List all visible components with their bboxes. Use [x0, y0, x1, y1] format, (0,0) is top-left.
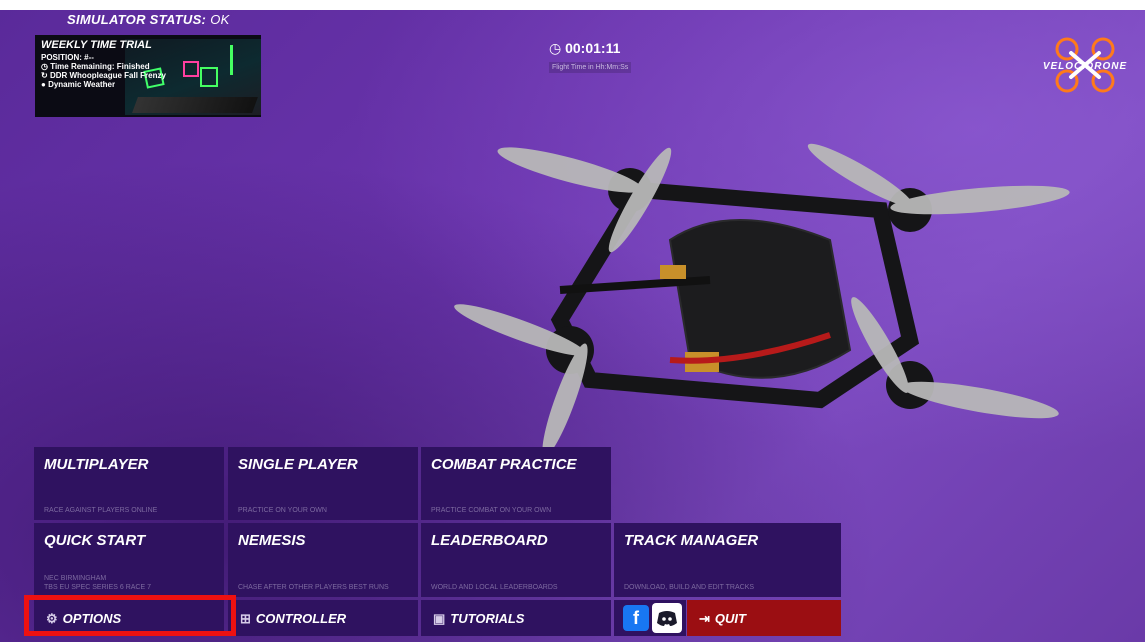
quick-start-title: QUICK START	[44, 532, 146, 549]
options-label: OPTIONS	[62, 611, 122, 626]
gear-icon: ⚙	[46, 611, 58, 626]
status-value: OK	[210, 12, 230, 27]
discord-icon[interactable]	[652, 603, 682, 633]
nemesis-title: NEMESIS	[238, 532, 306, 549]
quit-button[interactable]: ⇥ QUIT	[687, 600, 841, 636]
trial-title: WEEKLY TIME TRIAL	[41, 39, 152, 51]
combat-practice-subtitle: PRACTICE COMBAT ON YOUR OWN	[431, 507, 552, 514]
multiplayer-title: MULTIPLAYER	[44, 456, 149, 473]
trial-time-remaining: Time Remaining: Finished	[50, 62, 150, 71]
simulator-status: SIMULATOR STATUS: OK	[67, 12, 230, 27]
trial-time-remaining-row: ◷ Time Remaining: Finished	[41, 62, 166, 71]
velocidrone-logo: VELOCIDRONE	[1025, 35, 1145, 95]
multiplayer-subtitle: RACE AGAINST PLAYERS ONLINE	[44, 507, 158, 514]
nemesis-subtitle: CHASE AFTER OTHER PLAYERS BEST RUNS	[238, 584, 389, 591]
tutorials-button[interactable]: ▣ TUTORIALS	[421, 600, 611, 636]
tutorials-label: TUTORIALS	[450, 611, 525, 626]
timer-clock-icon: ◷	[549, 40, 566, 56]
controller-button[interactable]: ⊞ CONTROLLER	[228, 600, 418, 636]
status-label: SIMULATOR STATUS:	[67, 12, 207, 27]
drone-model-image	[454, 143, 1070, 457]
tutorials-icon: ▣	[433, 611, 446, 626]
trial-weather: Dynamic Weather	[48, 80, 116, 89]
facebook-icon[interactable]: f	[623, 605, 649, 631]
nemesis-button[interactable]: NEMESIS CHASE AFTER OTHER PLAYERS BEST R…	[228, 523, 418, 597]
single-player-title: SINGLE PLAYER	[238, 456, 358, 473]
options-button[interactable]: ⚙ OPTIONS	[34, 600, 224, 636]
timer-value: 00:01:11	[565, 40, 621, 56]
quick-start-track: NEC BIRMINGHAM	[44, 575, 107, 582]
quick-start-subtitle: NEC BIRMINGHAM TBS EU SPEC SERIES 6 RACE …	[44, 574, 151, 592]
track-manager-title: TRACK MANAGER	[624, 532, 759, 549]
track-icon: ↻	[41, 71, 50, 80]
single-player-subtitle: PRACTICE ON YOUR OWN	[238, 507, 327, 514]
trial-weather-row: ● Dynamic Weather	[41, 80, 166, 89]
clock-icon: ◷	[41, 62, 51, 71]
single-player-button[interactable]: SINGLE PLAYER PRACTICE ON YOUR OWN	[228, 447, 418, 520]
track-manager-subtitle: DOWNLOAD, BUILD AND EDIT TRACKS	[624, 584, 755, 591]
controller-label: CONTROLLER	[255, 611, 347, 626]
trial-track: DDR Whoopleague Fall Frenzy	[49, 71, 166, 80]
multiplayer-button[interactable]: MULTIPLAYER RACE AGAINST PLAYERS ONLINE	[34, 447, 224, 520]
weekly-time-trial-card[interactable]: WEEKLY TIME TRIAL POSITION: #-- ◷ Time R…	[35, 35, 261, 117]
trial-track-row: ↻ DDR Whoopleague Fall Frenzy	[41, 71, 166, 80]
trial-position: POSITION: #--	[41, 53, 94, 62]
quick-start-button[interactable]: QUICK START NEC BIRMINGHAM TBS EU SPEC SE…	[34, 523, 224, 597]
logo-text: VELOCIDRONE	[1042, 61, 1128, 72]
top-bar	[0, 0, 1145, 10]
timer-caption: Flight Time in Hh:Mm:Ss	[549, 62, 632, 73]
controller-icon: ⊞	[240, 611, 251, 626]
leaderboard-button[interactable]: LEADERBOARD WORLD AND LOCAL LEADERBOARDS	[421, 523, 611, 597]
combat-practice-button[interactable]: COMBAT PRACTICE PRACTICE COMBAT ON YOUR …	[421, 447, 611, 520]
leaderboard-title: LEADERBOARD	[431, 532, 548, 549]
leaderboard-subtitle: WORLD AND LOCAL LEADERBOARDS	[431, 584, 558, 591]
combat-practice-title: COMBAT PRACTICE	[431, 456, 577, 473]
track-manager-button[interactable]: TRACK MANAGER DOWNLOAD, BUILD AND EDIT T…	[614, 523, 841, 597]
flight-timer: ◷ 00:01:11	[549, 40, 620, 57]
exit-icon: ⇥	[699, 611, 710, 626]
location-pin-icon: ●	[41, 80, 49, 89]
quit-label: QUIT	[714, 611, 746, 626]
quick-start-event: TBS EU SPEC SERIES 6 RACE 7	[44, 584, 151, 591]
